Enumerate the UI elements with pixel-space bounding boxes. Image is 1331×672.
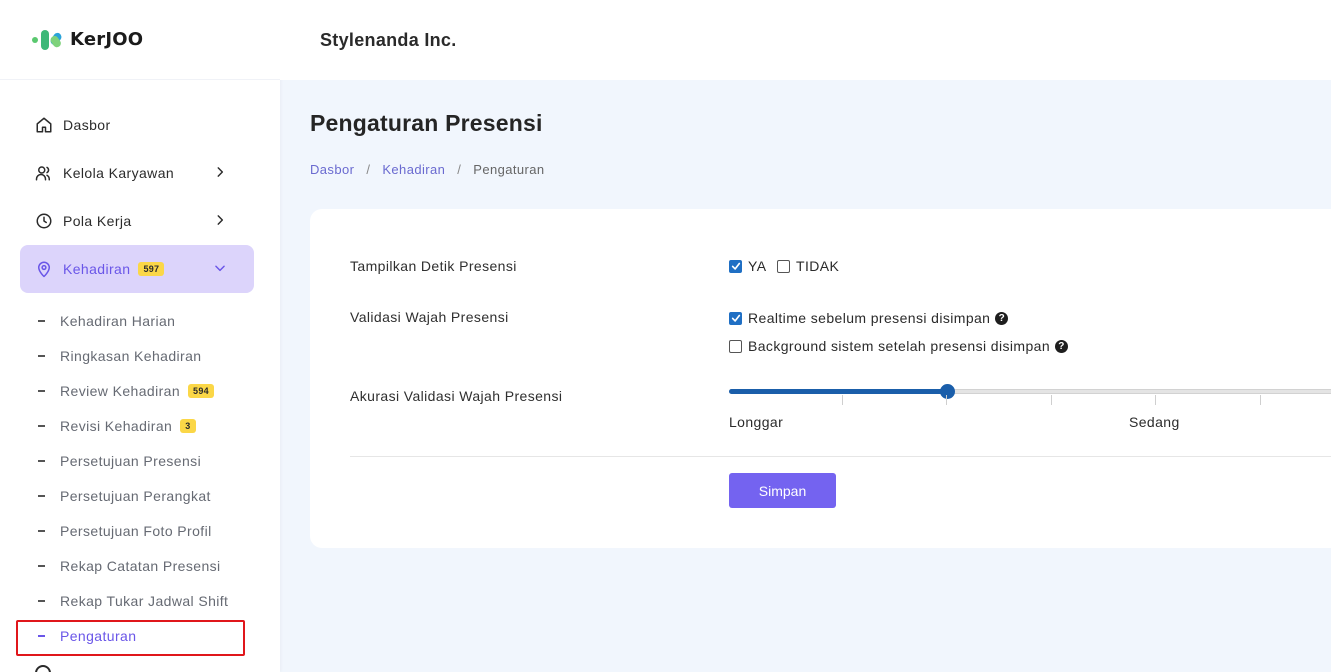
dash-icon (38, 494, 45, 497)
kehadiran-submenu: Kehadiran Harian Ringkasan Kehadiran Rev… (0, 293, 280, 653)
company-name: Stylenanda Inc. (320, 29, 457, 50)
sidebar-item-kelola-karyawan[interactable]: Kelola Karyawan (0, 149, 280, 197)
submenu-label: Rekap Catatan Presensi (60, 557, 221, 574)
option-label: Realtime sebelum presensi disimpan (748, 310, 991, 326)
submenu-item-revisi-kehadiran[interactable]: Revisi Kehadiran 3 (0, 408, 280, 443)
submenu-item-kehadiran-harian[interactable]: Kehadiran Harian (0, 303, 280, 338)
sidebar: KerJOO Dasbor Kelola Karyawan Pola Kerja (0, 0, 280, 672)
dash-icon (38, 389, 45, 392)
submenu-label: Pengaturan (60, 627, 137, 644)
sidebar-nav: Dasbor Kelola Karyawan Pola Kerja Kehadi… (0, 80, 280, 653)
slider-label-longgar: Longgar (729, 414, 784, 430)
validasi-wajah-label: Validasi Wajah Presensi (350, 309, 509, 325)
realtime-checkbox[interactable] (729, 311, 742, 325)
breadcrumb-link-dasbor[interactable]: Dasbor (310, 162, 354, 177)
submenu-item-persetujuan-foto-profil[interactable]: Persetujuan Foto Profil (0, 513, 280, 548)
count-badge: 594 (188, 383, 214, 398)
option-label: TIDAK (796, 258, 840, 274)
dash-icon (38, 564, 45, 567)
circle-icon (35, 665, 51, 672)
dash-icon (38, 459, 45, 462)
background-checkbox[interactable] (729, 339, 742, 353)
submenu-label: Revisi Kehadiran (60, 417, 173, 434)
sidebar-item-label: Kelola Karyawan (63, 165, 175, 181)
slider-tick (1051, 395, 1052, 405)
breadcrumb-current: Pengaturan (473, 162, 545, 177)
option-realtime[interactable]: Realtime sebelum presensi disimpan ? (729, 310, 1009, 326)
kerjoo-logo-icon (32, 28, 64, 52)
map-pin-icon (35, 260, 53, 278)
option-label: Background sistem setelah presensi disim… (748, 338, 1051, 354)
settings-card: Tampilkan Detik Presensi YA TIDAK Valida… (310, 209, 1331, 548)
top-bar: Stylenanda Inc. (280, 0, 1331, 80)
chevron-down-icon (213, 261, 227, 275)
logo-text: KerJOO (70, 29, 144, 50)
dash-icon (38, 599, 45, 602)
submenu-label: Persetujuan Presensi (60, 452, 202, 469)
slider-label-sedang: Sedang (1129, 414, 1180, 430)
users-icon (35, 164, 53, 182)
slider-tick (1155, 395, 1156, 405)
submenu-label: Persetujuan Perangkat (60, 487, 211, 504)
submenu-label: Ringkasan Kehadiran (60, 347, 202, 364)
submenu-item-persetujuan-presensi[interactable]: Persetujuan Presensi (0, 443, 280, 478)
breadcrumb: Dasbor / Kehadiran / Pengaturan (310, 162, 545, 177)
slider-tick (1260, 395, 1261, 405)
count-badge: 597 (138, 262, 165, 276)
sidebar-item-dasbor[interactable]: Dasbor (0, 101, 280, 149)
home-icon (35, 116, 53, 134)
dash-icon (38, 529, 45, 532)
option-ya[interactable]: YA (729, 258, 766, 274)
submenu-item-pengaturan[interactable]: Pengaturan (0, 618, 280, 653)
sidebar-item-pola-kerja[interactable]: Pola Kerja (0, 197, 280, 245)
submenu-item-rekap-tukar-jadwal-shift[interactable]: Rekap Tukar Jadwal Shift (0, 583, 280, 618)
save-button[interactable]: Simpan (729, 473, 836, 508)
ya-checkbox[interactable] (729, 259, 742, 273)
help-icon[interactable]: ? (1055, 339, 1069, 353)
breadcrumb-link-kehadiran[interactable]: Kehadiran (382, 162, 445, 177)
sidebar-item-label: Dasbor (63, 117, 111, 133)
clock-icon (35, 212, 53, 230)
breadcrumb-separator: / (457, 162, 462, 177)
submenu-item-rekap-catatan-presensi[interactable]: Rekap Catatan Presensi (0, 548, 280, 583)
option-label: YA (748, 258, 767, 274)
submenu-item-ringkasan-kehadiran[interactable]: Ringkasan Kehadiran (0, 338, 280, 373)
slider-tick (842, 395, 843, 405)
accuracy-slider[interactable] (729, 384, 1331, 399)
breadcrumb-separator: / (366, 162, 371, 177)
slider-fill (729, 389, 947, 394)
divider (350, 456, 1331, 457)
slider-thumb[interactable] (939, 384, 955, 399)
count-badge: 3 (180, 418, 196, 433)
help-icon[interactable]: ? (995, 311, 1009, 325)
sidebar-item-label: Pola Kerja (63, 213, 132, 229)
submenu-label: Review Kehadiran (60, 382, 181, 399)
akurasi-validasi-label: Akurasi Validasi Wajah Presensi (350, 388, 563, 404)
submenu-item-review-kehadiran[interactable]: Review Kehadiran 594 (0, 373, 280, 408)
chevron-right-icon (213, 165, 227, 179)
detik-presensi-label: Tampilkan Detik Presensi (350, 258, 517, 274)
sidebar-item-label: Kehadiran (63, 261, 131, 277)
chevron-right-icon (213, 213, 227, 227)
brand-logo[interactable]: KerJOO (0, 0, 280, 80)
dash-icon (38, 634, 45, 637)
dash-icon (38, 354, 45, 357)
tidak-checkbox[interactable] (777, 259, 790, 273)
option-tidak[interactable]: TIDAK (777, 258, 839, 274)
submenu-item-persetujuan-perangkat[interactable]: Persetujuan Perangkat (0, 478, 280, 513)
sidebar-item-kehadiran[interactable]: Kehadiran 597 (20, 245, 254, 293)
dash-icon (38, 424, 45, 427)
dash-icon (38, 319, 45, 322)
page-title: Pengaturan Presensi (310, 110, 543, 136)
submenu-label: Rekap Tukar Jadwal Shift (60, 592, 229, 609)
option-background[interactable]: Background sistem setelah presensi disim… (729, 338, 1069, 354)
submenu-label: Kehadiran Harian (60, 312, 176, 329)
submenu-label: Persetujuan Foto Profil (60, 522, 212, 539)
slider-tick (946, 395, 947, 405)
